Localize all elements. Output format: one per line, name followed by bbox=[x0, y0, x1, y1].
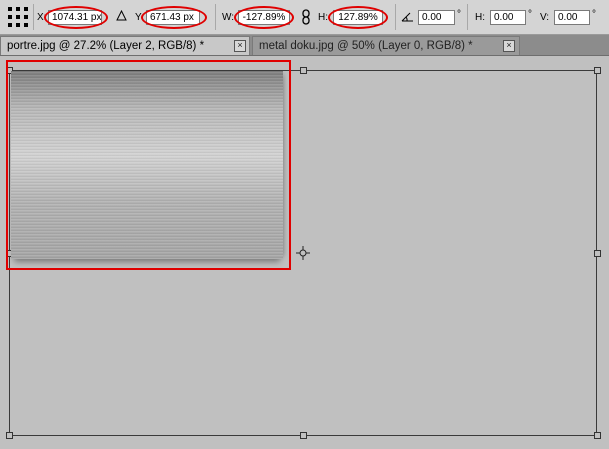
tab-portre[interactable]: portre.jpg @ 27.2% (Layer 2, RGB/8) * × bbox=[0, 36, 250, 55]
tab-title: metal doku.jpg @ 50% (Layer 0, RGB/8) * bbox=[259, 40, 473, 52]
vertical-skew-field[interactable]: 0.00 bbox=[554, 10, 590, 25]
document-canvas[interactable] bbox=[0, 56, 609, 449]
x-label: X: bbox=[37, 12, 47, 23]
x-position-field[interactable]: 1074.31 px bbox=[48, 10, 102, 25]
transform-handle-bottom-right[interactable] bbox=[594, 432, 601, 439]
h-label: H: bbox=[318, 12, 328, 23]
tab-metal-doku[interactable]: metal doku.jpg @ 50% (Layer 0, RGB/8) * … bbox=[252, 36, 520, 55]
chain-link-icon[interactable] bbox=[301, 9, 311, 25]
transform-options-bar: X: 1074.31 px Y: 671.43 px W: -127.89% H… bbox=[0, 0, 609, 35]
tab-title: portre.jpg @ 27.2% (Layer 2, RGB/8) * bbox=[7, 40, 205, 52]
close-tab-icon[interactable]: × bbox=[234, 40, 246, 52]
toolbar-separator bbox=[215, 4, 216, 30]
close-tab-icon[interactable]: × bbox=[503, 40, 515, 52]
y-position-field[interactable]: 671.43 px bbox=[146, 10, 200, 25]
height-scale-field[interactable]: 127.89% bbox=[333, 10, 383, 25]
document-tab-bar: portre.jpg @ 27.2% (Layer 2, RGB/8) * × … bbox=[0, 35, 609, 56]
toolbar-separator bbox=[33, 4, 34, 30]
rotation-angle-field[interactable]: 0.00 bbox=[418, 10, 455, 25]
transform-handle-top-right[interactable] bbox=[594, 67, 601, 74]
vskew-label: V: bbox=[540, 12, 550, 23]
pivot-crosshair-icon[interactable] bbox=[296, 246, 310, 260]
hskew-degree-unit: ° bbox=[528, 9, 532, 20]
reference-point-grid-icon[interactable] bbox=[8, 7, 28, 27]
angle-icon bbox=[401, 12, 413, 22]
toolbar-separator bbox=[467, 4, 468, 30]
metal-layer-highlight-box bbox=[6, 60, 291, 270]
transform-handle-bottom-left[interactable] bbox=[6, 432, 13, 439]
delta-triangle-icon bbox=[116, 10, 127, 21]
hskew-label: H: bbox=[475, 12, 485, 23]
angle-degree-unit: ° bbox=[457, 9, 461, 20]
width-scale-field[interactable]: -127.89% bbox=[238, 10, 290, 25]
vskew-degree-unit: ° bbox=[592, 9, 596, 20]
transform-handle-top-center[interactable] bbox=[300, 67, 307, 74]
transform-handle-bottom-center[interactable] bbox=[300, 432, 307, 439]
toolbar-separator bbox=[395, 4, 396, 30]
transform-handle-middle-right[interactable] bbox=[594, 250, 601, 257]
y-label: Y: bbox=[135, 12, 144, 23]
w-label: W: bbox=[222, 12, 235, 23]
horizontal-skew-field[interactable]: 0.00 bbox=[490, 10, 526, 25]
